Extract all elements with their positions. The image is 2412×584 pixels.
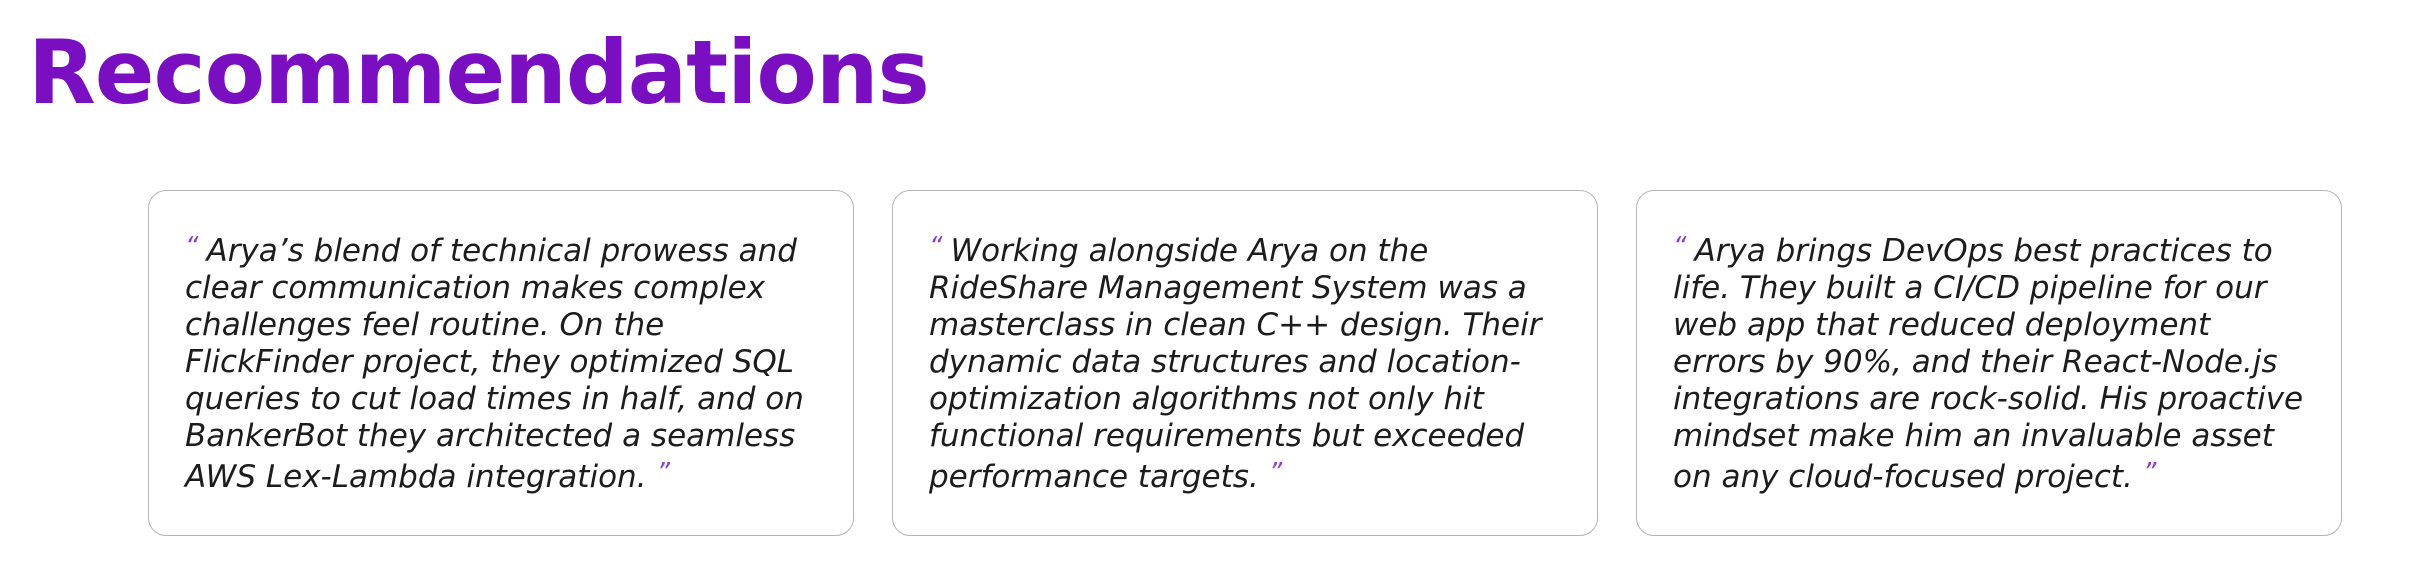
close-quote-icon: ” (2142, 458, 2157, 488)
recommendation-quote: “Arya brings DevOps best practices to li… (1673, 229, 2311, 496)
recommendation-text: Arya brings DevOps best practices to lif… (1673, 233, 2304, 495)
recommendations-section: Recommendations “Arya’s blend of technic… (0, 0, 2412, 584)
recommendation-card: “Working alongside Arya on the RideShare… (892, 190, 1598, 536)
recommendation-cards: “Arya’s blend of technical prowess and c… (148, 190, 2342, 536)
open-quote-icon: “ (185, 232, 199, 262)
close-quote-icon: ” (1268, 458, 1283, 488)
recommendation-text: Arya’s blend of technical prowess and cl… (185, 233, 804, 495)
recommendation-card: “Arya’s blend of technical prowess and c… (148, 190, 854, 536)
recommendation-card: “Arya brings DevOps best practices to li… (1636, 190, 2342, 536)
section-title: Recommendations (28, 21, 930, 124)
recommendation-text: Working alongside Arya on the RideShare … (929, 233, 1542, 495)
open-quote-icon: “ (1673, 232, 1687, 262)
close-quote-icon: ” (656, 458, 671, 488)
open-quote-icon: “ (929, 232, 943, 262)
recommendation-quote: “Working alongside Arya on the RideShare… (929, 229, 1567, 496)
recommendation-quote: “Arya’s blend of technical prowess and c… (185, 229, 823, 496)
